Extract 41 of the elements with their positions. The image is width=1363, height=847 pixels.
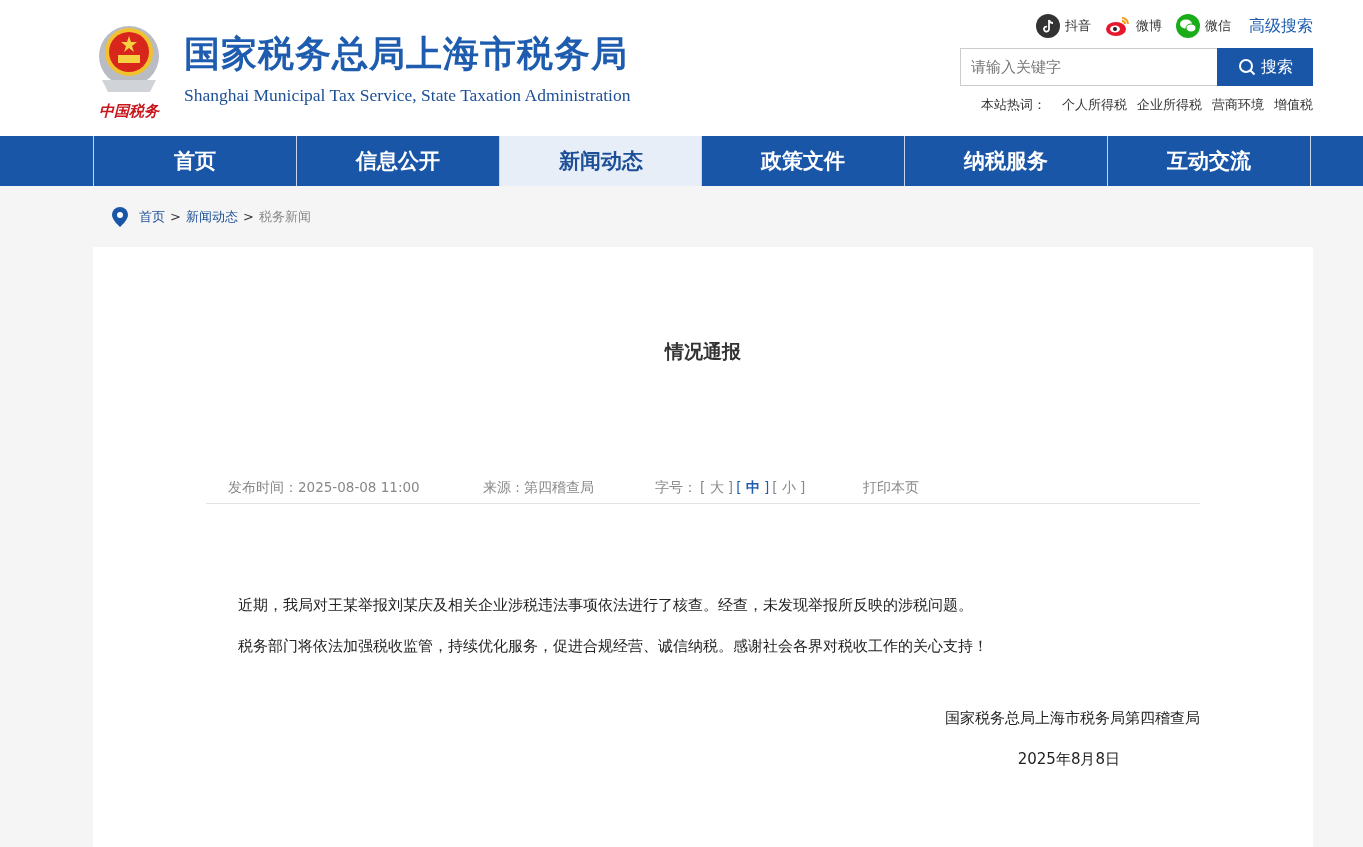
emblem-caption: 中国税务 (99, 101, 159, 121)
social-link[interactable]: 微博 (1105, 15, 1162, 37)
publish-time: 发布时间：2025-08-08 11:00 (228, 479, 421, 497)
article-source: 来源 : 第四稽查局 (483, 479, 596, 497)
breadcrumb-separator: > (242, 209, 254, 224)
site-title: 国家税务总局上海市税务局 (184, 32, 629, 76)
breadcrumb-link[interactable]: 新闻动态 (185, 207, 238, 226)
font-size-option[interactable]: [ 小 ] (772, 479, 806, 497)
article-paragraph: 税务部门将依法加强税收监管，持续优化服务，促进合规经营、诚信纳税。感谢社会各界对税收工作的关心支持！ (238, 637, 989, 656)
nav-tab[interactable]: 政策文件 (701, 136, 905, 186)
breadcrumb-separator: > (170, 209, 181, 224)
search-field[interactable]: 请输入关键字 (960, 48, 1217, 86)
social-link[interactable]: 微信 (1176, 14, 1231, 38)
nav-tab[interactable]: 新闻动态 (498, 136, 702, 186)
search-icon (1237, 58, 1256, 76)
advanced-search-link[interactable]: 高级搜索 (1249, 15, 1313, 37)
location-pin-icon (112, 206, 128, 227)
article-title: 情况通报 (663, 339, 742, 364)
font-size-option[interactable]: [ 大 ] (700, 479, 734, 497)
nav-tab[interactable]: 信息公开 (295, 136, 499, 186)
hot-words-label: 本站热词： (981, 97, 1046, 114)
hot-word-link[interactable]: 企业所得税 (1137, 97, 1202, 114)
hot-word-link[interactable]: 个人所得税 (1062, 97, 1127, 114)
signature: 国家税务总局上海市税务局第四稽查局 (944, 709, 1200, 728)
breadcrumb-link[interactable]: 首页 (139, 207, 165, 226)
search-button[interactable]: 搜索 (1217, 48, 1313, 86)
font-size-option[interactable]: [ 中 ] (736, 479, 770, 497)
article-paragraph: 近期，我局对王某举报刘某庆及相关企业涉税违法事项依法进行了核查。经查，未发现举报所反映的涉税问题。 (238, 596, 974, 615)
site-subtitle: Shanghai Municipal Tax Service, State Taxation Administration (184, 85, 631, 106)
nav-tab[interactable]: 互动交流 (1107, 136, 1311, 186)
nav-tab[interactable]: 首页 (93, 136, 296, 186)
eye-icon (1105, 15, 1131, 37)
print-link[interactable]: 打印本页 (863, 479, 919, 497)
chat-bubbles-icon (1176, 14, 1200, 38)
social-link[interactable]: 抖音 (1036, 14, 1091, 38)
hot-word-link[interactable]: 增值税 (1274, 97, 1313, 114)
signature-date: 2025年8月8日 (1016, 750, 1121, 769)
hot-word-link[interactable]: 营商环境 (1212, 97, 1264, 114)
music-note-icon (1036, 14, 1060, 38)
font-size-label: 字号： (655, 479, 697, 497)
nav-tab[interactable]: 纳税服务 (904, 136, 1108, 186)
